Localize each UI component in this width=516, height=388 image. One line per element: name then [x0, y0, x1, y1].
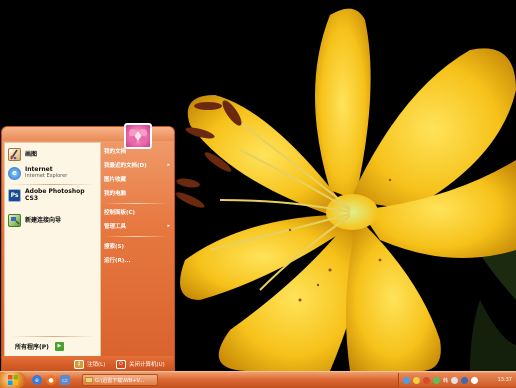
menu-item-label: 搜索(S) [104, 244, 124, 250]
start-button[interactable] [0, 372, 26, 388]
messenger-icon[interactable] [471, 376, 479, 384]
submenu-arrow-icon: ▸ [167, 162, 170, 168]
menu-separator [104, 236, 168, 237]
program-title: 新建连接向导 [25, 216, 62, 224]
tray-text[interactable]: 韩 [443, 377, 448, 384]
internet-explorer-icon: e [8, 166, 21, 180]
connection-wizard-icon [8, 213, 21, 227]
menu-item-my-computer[interactable]: 我的电脑 [104, 188, 170, 198]
photoshop-icon: Ps [8, 188, 21, 202]
network-icon[interactable] [403, 376, 410, 384]
menu-item-label: 图片收藏 [104, 177, 127, 183]
menu-item-my-documents[interactable]: 我的文档 [104, 146, 170, 156]
program-photoshop[interactable]: Ps Adobe Photoshop CS3 [8, 187, 97, 203]
start-menu: 画图 e Internet Internet Explorer Ps Adobe… [1, 123, 175, 373]
key-icon: ⚷ [74, 359, 84, 369]
program-paint[interactable]: 画图 [8, 146, 97, 162]
shutdown-button[interactable]: ⏻ 关闭计算机(U) [116, 359, 165, 369]
quicklaunch-firefox-icon[interactable]: ● [46, 375, 56, 385]
quicklaunch-browser-icon[interactable]: e [32, 375, 42, 385]
volume-icon[interactable] [433, 376, 440, 384]
taskbar: e ● ▭ G:\迅雷下载\WB+V... 韩 13:37 [0, 371, 516, 388]
pinned-separator [11, 184, 95, 185]
menu-item-label: 我的电脑 [104, 191, 127, 197]
menu-item-label: 管理工具 [104, 224, 127, 230]
taskbar-window-button[interactable]: G:\迅雷下载\WB+V... [82, 374, 158, 386]
windows-logo-icon [8, 375, 18, 385]
all-programs-button[interactable]: 所有程序(P) ▶ [15, 341, 64, 351]
menu-item-control-panel[interactable]: 控制面板(C) [104, 207, 170, 217]
menu-item-my-pictures[interactable]: 图片收藏 [104, 174, 170, 184]
shutdown-label: 关闭计算机(U) [129, 362, 165, 368]
quicklaunch-desktop-icon[interactable]: ▭ [60, 375, 70, 385]
paint-icon [8, 147, 21, 161]
menu-item-run[interactable]: 运行(R)... [104, 255, 170, 265]
keyboard-icon[interactable] [451, 376, 459, 384]
logoff-label: 注销(L) [87, 362, 106, 368]
power-icon: ⏻ [116, 359, 126, 369]
all-programs-separator [11, 336, 95, 337]
help-icon[interactable] [461, 376, 469, 384]
program-title: 画图 [25, 150, 38, 158]
program-connection-wizard[interactable]: 新建连接向导 [8, 212, 97, 228]
system-places-pane: 我的文档 我最近的文档(D) ▸ 图片收藏 我的电脑 控制面板(C) 管理工具 … [100, 142, 172, 355]
security-icon[interactable] [423, 376, 430, 384]
ime-icon[interactable] [413, 376, 420, 384]
menu-item-label: 我最近的文档(D) [104, 163, 147, 169]
menu-item-label: 我的文档 [104, 149, 127, 155]
folder-icon [85, 377, 93, 383]
all-programs-label: 所有程序(P) [15, 343, 49, 351]
menu-item-admin-tools[interactable]: 管理工具 ▸ [104, 221, 170, 231]
program-title: Adobe Photoshop CS3 [25, 188, 85, 202]
arrow-right-icon: ▶ [54, 341, 64, 351]
taskbar-window-label: G:\迅雷下载\WB+V... [95, 377, 145, 384]
clock[interactable]: 13:37 [498, 377, 516, 383]
program-subtitle: Internet Explorer [25, 173, 68, 179]
start-menu-footer: ⚷ 注销(L) ⏻ 关闭计算机(U) [2, 356, 174, 372]
menu-item-search[interactable]: 搜索(S) [104, 241, 170, 251]
pinned-programs-pane: 画图 e Internet Internet Explorer Ps Adobe… [4, 142, 101, 357]
program-title: Internet [25, 166, 53, 173]
logoff-button[interactable]: ⚷ 注销(L) [74, 359, 105, 369]
menu-item-label: 运行(R)... [104, 258, 131, 264]
program-internet[interactable]: e Internet Internet Explorer [8, 165, 97, 181]
submenu-arrow-icon: ▸ [167, 223, 170, 229]
menu-item-recent-documents[interactable]: 我最近的文档(D) ▸ [104, 160, 170, 170]
menu-item-label: 控制面板(C) [104, 210, 136, 216]
menu-separator [104, 203, 168, 204]
system-tray: 韩 13:37 [398, 373, 516, 387]
